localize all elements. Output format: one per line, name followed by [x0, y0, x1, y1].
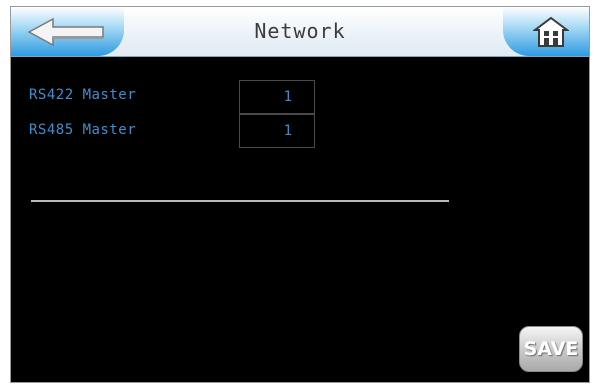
- home-icon: [533, 16, 569, 47]
- back-arrow-icon: [27, 17, 104, 47]
- rs485-master-label: RS485 Master: [29, 122, 137, 138]
- back-button[interactable]: [11, 7, 124, 56]
- home-button[interactable]: [503, 7, 589, 56]
- rs485-master-value[interactable]: 1: [239, 114, 315, 148]
- save-button[interactable]: SAVE: [519, 326, 583, 372]
- divider: [31, 200, 449, 202]
- rs422-master-value[interactable]: 1: [239, 80, 315, 114]
- screen-frame: Network RS422 Master 1 RS485 Master 1 SA…: [10, 6, 590, 383]
- header-bar: Network: [11, 7, 589, 57]
- rs422-master-label: RS422 Master: [29, 87, 137, 103]
